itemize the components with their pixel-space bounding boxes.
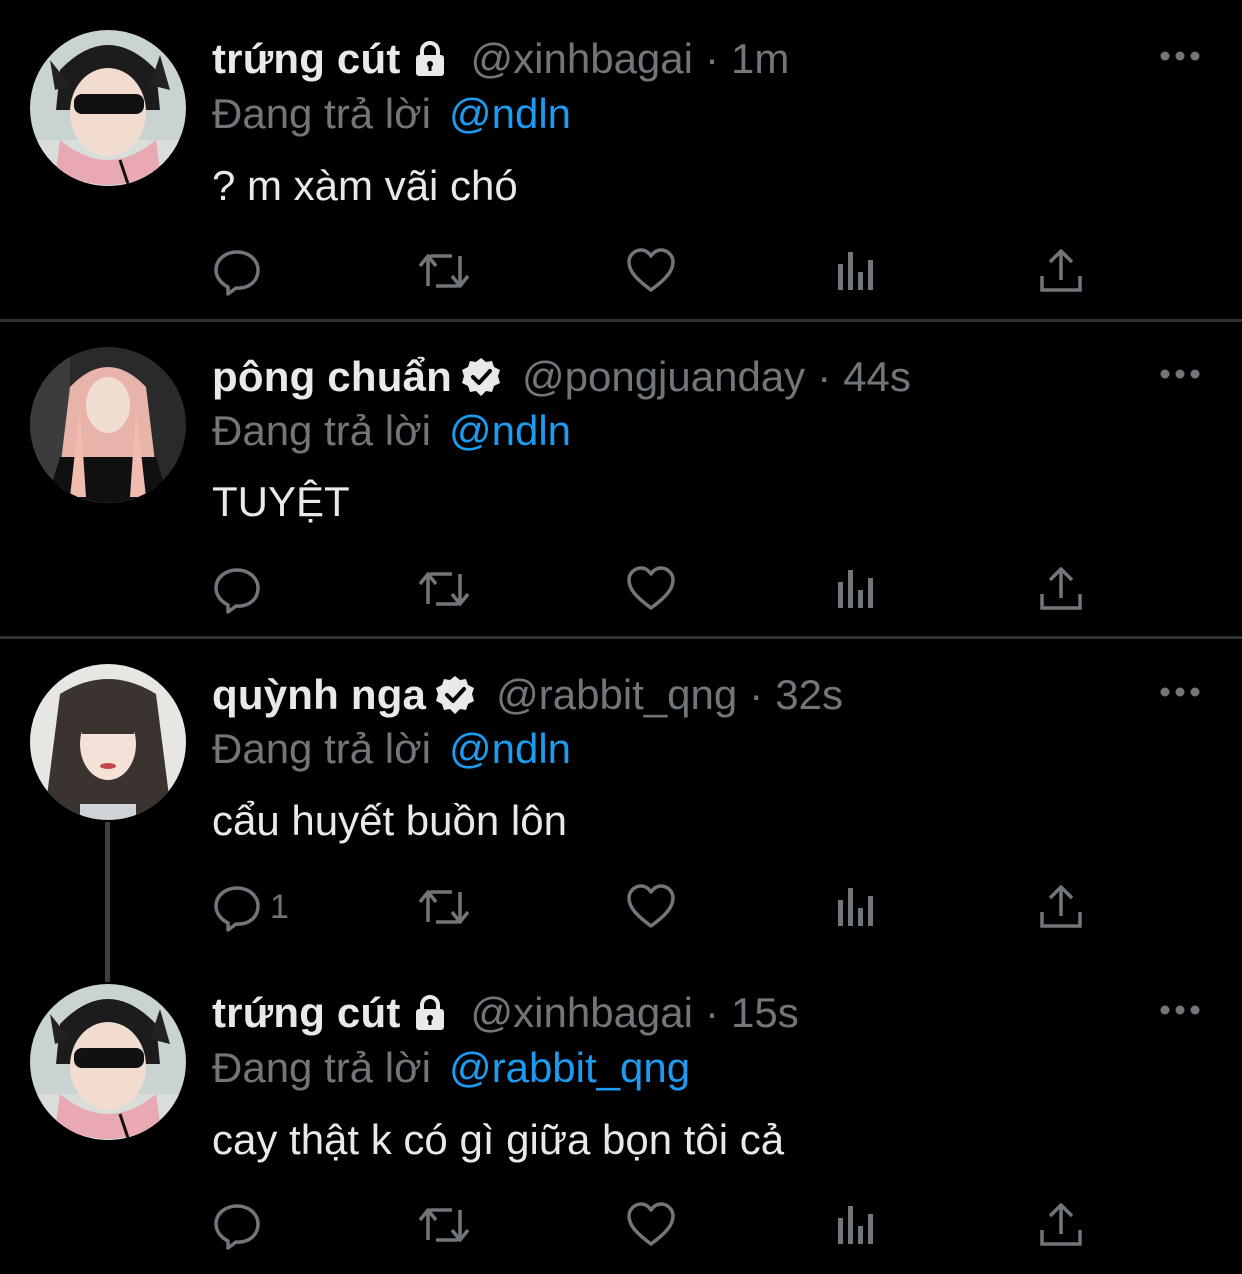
views-icon	[834, 246, 878, 296]
retweet-icon	[416, 882, 472, 932]
views-icon	[834, 564, 878, 614]
user-handle[interactable]: @rabbit_qng	[496, 671, 737, 719]
reply-icon	[212, 246, 262, 296]
replying-to-label: Đang trả lời	[212, 1044, 431, 1091]
reply-button[interactable]: 1	[212, 880, 289, 934]
retweet-icon	[416, 1200, 472, 1250]
lock-icon	[409, 38, 451, 80]
replying-to-link[interactable]: @ndln	[449, 407, 571, 455]
like-button[interactable]	[626, 1198, 676, 1252]
avatar[interactable]	[30, 347, 186, 503]
more-options-icon[interactable]	[1158, 46, 1202, 66]
more-options-icon[interactable]	[1158, 682, 1202, 702]
avatar[interactable]	[30, 984, 186, 1140]
share-icon	[1038, 564, 1084, 614]
timestamp[interactable]: 1m	[731, 35, 789, 83]
reply-button[interactable]	[212, 1198, 270, 1252]
views-button[interactable]	[834, 1198, 878, 1252]
retweet-button[interactable]	[416, 562, 472, 616]
timestamp[interactable]: 32s	[775, 671, 843, 719]
views-button[interactable]	[834, 244, 878, 298]
timestamp[interactable]: 44s	[843, 353, 911, 401]
reply-button[interactable]	[212, 244, 270, 298]
views-icon	[834, 1200, 878, 1250]
replying-to-label: Đang trả lời	[212, 407, 431, 454]
like-button[interactable]	[626, 244, 676, 298]
replying-to-link[interactable]: @rabbit_qng	[449, 1044, 690, 1092]
like-icon	[626, 882, 676, 932]
separator-dot: ·	[704, 35, 719, 82]
tweet[interactable]: pông chuẩn @pongjuanday · 44s Đang trả l…	[0, 322, 1242, 636]
tweet-text: cẩu huyết buồn lôn	[212, 797, 567, 844]
tweet[interactable]: trứng cút @xinhbagai · 15s Đang trả lời …	[0, 954, 1242, 1274]
reply-count: 1	[270, 887, 289, 926]
views-button[interactable]	[834, 880, 878, 934]
display-name[interactable]: trứng cút	[212, 989, 401, 1037]
tweet[interactable]: trứng cút @xinhbagai · 1m Đang trả lời @…	[0, 0, 1242, 320]
more-options-icon[interactable]	[1158, 364, 1202, 384]
share-icon	[1038, 882, 1084, 932]
share-button[interactable]	[1038, 562, 1084, 616]
display-name[interactable]: quỳnh nga	[212, 671, 426, 719]
share-icon	[1038, 246, 1084, 296]
display-name[interactable]: pông chuẩn	[212, 353, 452, 401]
retweet-icon	[416, 564, 472, 614]
retweet-button[interactable]	[416, 244, 472, 298]
tweet[interactable]: quỳnh nga @rabbit_qng · 32s Đang trả lời…	[0, 639, 1242, 954]
share-button[interactable]	[1038, 880, 1084, 934]
reply-icon	[212, 1200, 262, 1250]
user-handle[interactable]: @pongjuanday	[522, 353, 805, 401]
thread-connector	[105, 822, 110, 954]
lock-icon	[409, 992, 451, 1034]
avatar[interactable]	[30, 30, 186, 186]
separator-dot: ·	[749, 671, 764, 718]
retweet-button[interactable]	[416, 880, 472, 934]
tweet-text: cay thật k có gì giữa bọn tôi cả	[212, 1116, 785, 1163]
reply-button[interactable]	[212, 562, 270, 616]
like-button[interactable]	[626, 880, 676, 934]
replying-to-label: Đang trả lời	[212, 725, 431, 772]
user-handle[interactable]: @xinhbagai	[471, 989, 693, 1037]
share-icon	[1038, 1200, 1084, 1250]
tweet-text: TUYỆT	[212, 478, 350, 525]
timestamp[interactable]: 15s	[731, 989, 799, 1037]
display-name[interactable]: trứng cút	[212, 35, 401, 83]
retweet-icon	[416, 246, 472, 296]
like-button[interactable]	[626, 562, 676, 616]
thread-connector	[105, 954, 110, 982]
replying-to-link[interactable]: @ndln	[449, 90, 571, 138]
share-button[interactable]	[1038, 1198, 1084, 1252]
replying-to-link[interactable]: @ndln	[449, 725, 571, 773]
more-options-icon[interactable]	[1158, 1000, 1202, 1020]
reply-icon	[212, 882, 262, 932]
separator-dot: ·	[817, 353, 832, 400]
tweet-text: ? m xàm vãi chó	[212, 162, 518, 209]
retweet-button[interactable]	[416, 1198, 472, 1252]
separator-dot: ·	[704, 989, 719, 1036]
views-icon	[834, 882, 878, 932]
views-button[interactable]	[834, 562, 878, 616]
like-icon	[626, 564, 676, 614]
replying-to-label: Đang trả lời	[212, 90, 431, 137]
verified-icon	[434, 674, 476, 716]
reply-icon	[212, 564, 262, 614]
like-icon	[626, 1200, 676, 1250]
verified-icon	[460, 356, 502, 398]
share-button[interactable]	[1038, 244, 1084, 298]
user-handle[interactable]: @xinhbagai	[471, 35, 693, 83]
avatar[interactable]	[30, 664, 186, 820]
like-icon	[626, 246, 676, 296]
